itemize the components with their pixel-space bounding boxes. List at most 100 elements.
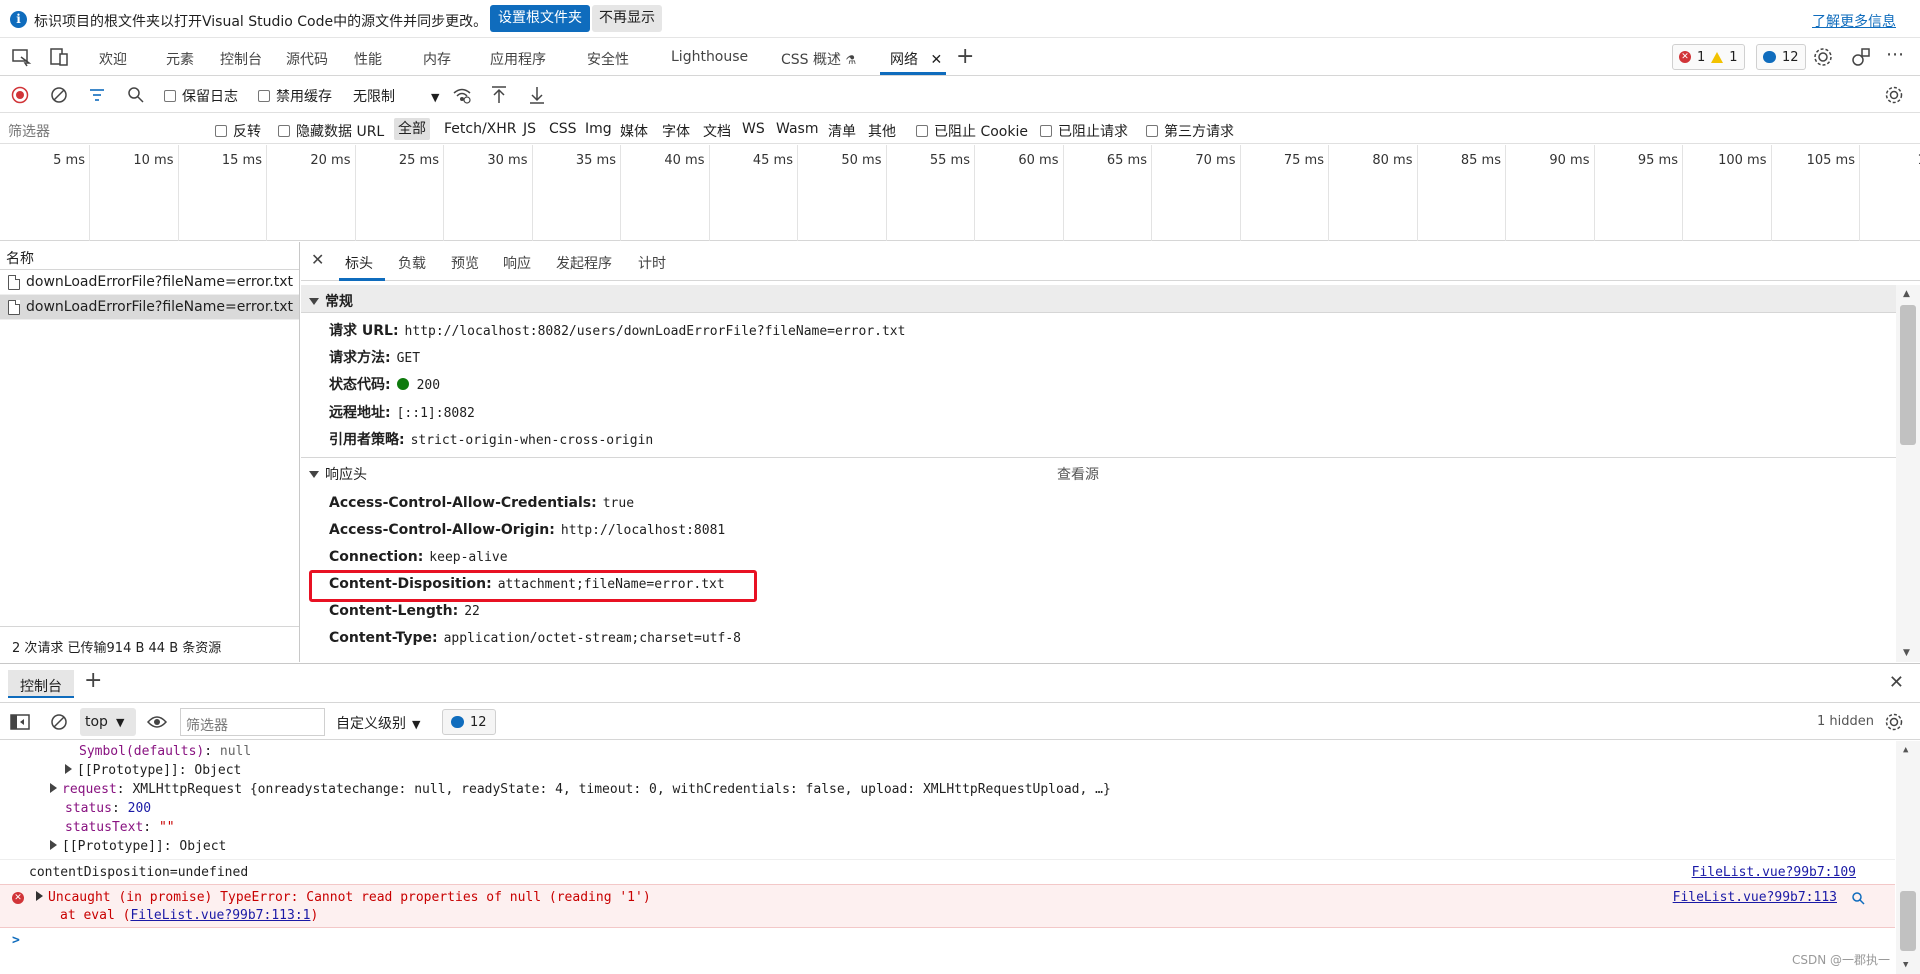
scrollbar-thumb[interactable]	[1900, 305, 1916, 445]
blocked-cookies-checkbox[interactable]: 已阻止 Cookie	[916, 121, 1028, 141]
console-property-line[interactable]: request: XMLHttpRequest {onreadystatecha…	[50, 782, 1111, 797]
error-source-link[interactable]: FileList.vue?99b7:113	[1673, 890, 1837, 905]
scroll-up-icon[interactable]: ▲	[1903, 745, 1908, 755]
log-levels-select[interactable]: 自定义级别 ▼	[336, 713, 420, 733]
filter-input[interactable]: 筛选器	[8, 121, 50, 141]
context-select[interactable]: top ▼	[80, 708, 136, 736]
type-filter-manifest[interactable]: 清单	[828, 121, 856, 141]
close-drawer-icon[interactable]: ✕	[1889, 672, 1904, 693]
type-filter-js[interactable]: JS	[523, 121, 536, 137]
console-prompt-icon[interactable]: >	[12, 933, 20, 948]
network-settings-gear-icon[interactable]	[1884, 85, 1904, 105]
log-source-link[interactable]: FileList.vue?99b7:109	[1692, 865, 1856, 880]
type-filter-wasm[interactable]: Wasm	[776, 121, 818, 137]
console-settings-gear-icon[interactable]	[1884, 712, 1904, 732]
search-icon[interactable]	[127, 86, 145, 104]
third-party-checkbox[interactable]: 第三方请求	[1146, 121, 1234, 141]
invert-checkbox[interactable]: 反转	[215, 121, 261, 141]
scroll-down-icon[interactable]: ▼	[1903, 648, 1910, 658]
expand-triangle-icon[interactable]	[36, 891, 43, 901]
blocked-cookies-box[interactable]	[916, 125, 928, 137]
expand-triangle-icon[interactable]	[50, 783, 57, 793]
close-detail-icon[interactable]: ✕	[311, 250, 324, 269]
response-headers-section-header[interactable]: 响应头 查看源	[301, 457, 1896, 485]
hide-data-url-checkbox[interactable]: 隐藏数据 URL	[278, 121, 384, 141]
import-har-icon[interactable]	[490, 85, 508, 105]
learn-more-link[interactable]: 了解更多信息	[1812, 11, 1896, 31]
tab-lighthouse[interactable]: Lighthouse	[671, 49, 748, 65]
third-party-box[interactable]	[1146, 125, 1158, 137]
view-source-link[interactable]: 查看源	[1057, 464, 1099, 484]
disable-cache-checkbox[interactable]: 禁用缓存	[258, 86, 332, 106]
tab-sources[interactable]: 源代码	[286, 49, 328, 69]
set-root-folder-button[interactable]: 设置根文件夹	[490, 5, 590, 32]
scrollbar-thumb[interactable]	[1900, 891, 1916, 951]
request-row[interactable]: downLoadErrorFile?fileName=error.txt	[0, 270, 299, 295]
tab-application[interactable]: 应用程序	[490, 49, 546, 69]
search-issue-icon[interactable]	[1851, 891, 1865, 905]
tab-performance[interactable]: 性能	[354, 49, 382, 69]
type-filter-doc[interactable]: 文档	[703, 121, 731, 141]
console-filter-input[interactable]: 筛选器	[180, 708, 325, 736]
tab-welcome[interactable]: 欢迎	[99, 49, 127, 69]
error-message[interactable]: Uncaught (in promise) TypeError: Cannot …	[36, 890, 651, 905]
expand-triangle-icon[interactable]	[65, 764, 72, 774]
console-scrollbar[interactable]: ▲ ▼	[1896, 741, 1920, 974]
settings-gear-icon[interactable]	[1812, 46, 1834, 68]
type-filter-font[interactable]: 字体	[662, 121, 690, 141]
type-filter-css[interactable]: CSS	[549, 121, 577, 137]
preserve-log-checkbox[interactable]: 保留日志	[164, 86, 238, 106]
type-filter-img[interactable]: Img	[585, 121, 612, 137]
close-tab-icon[interactable]: ✕	[930, 52, 942, 68]
type-filter-ws[interactable]: WS	[742, 121, 765, 137]
expand-triangle-icon[interactable]	[50, 840, 57, 850]
name-column-header[interactable]: 名称	[0, 242, 299, 270]
general-section-header[interactable]: 常规	[301, 285, 1896, 313]
blocked-requests-box[interactable]	[1040, 125, 1052, 137]
request-row-selected[interactable]: downLoadErrorFile?fileName=error.txt	[0, 295, 299, 320]
blocked-requests-checkbox[interactable]: 已阻止请求	[1040, 121, 1128, 141]
type-filter-other[interactable]: 其他	[868, 121, 896, 141]
add-tab-icon[interactable]: +	[956, 44, 974, 69]
record-stop-icon[interactable]	[11, 86, 29, 104]
dont-show-again-button[interactable]: 不再显示	[592, 5, 662, 32]
messages-badge[interactable]: 12	[1756, 44, 1806, 70]
issues-badge[interactable]: ✕ 1 1	[1672, 44, 1745, 70]
tab-network[interactable]: 网络 ✕	[890, 49, 942, 69]
invert-box[interactable]	[215, 125, 227, 137]
network-timeline[interactable]: 5 ms 10 ms 15 ms 20 ms 25 ms 30 ms 35 ms 40 ms 4…	[0, 145, 1920, 241]
disable-cache-box[interactable]	[258, 90, 270, 102]
add-drawer-tab-icon[interactable]: +	[84, 668, 102, 693]
tab-headers[interactable]: 标头	[345, 253, 373, 273]
tab-console[interactable]: 控制台	[220, 49, 262, 69]
throttle-select[interactable]: 无限制 ▼	[353, 86, 439, 106]
tab-elements[interactable]: 元素	[166, 49, 194, 69]
export-har-icon[interactable]	[528, 85, 546, 105]
detail-scrollbar[interactable]: ▲ ▼	[1896, 285, 1920, 662]
tab-payload[interactable]: 负载	[398, 253, 426, 273]
type-filter-fetch-xhr[interactable]: Fetch/XHR	[444, 121, 517, 137]
hide-data-url-box[interactable]	[278, 125, 290, 137]
type-filter-all[interactable]: 全部	[394, 118, 430, 140]
console-messages-badge[interactable]: 12	[442, 709, 496, 735]
inspect-element-icon[interactable]	[10, 46, 32, 68]
more-options-icon[interactable]: ⋯	[1886, 44, 1905, 65]
tab-initiator[interactable]: 发起程序	[556, 253, 612, 273]
tab-memory[interactable]: 内存	[423, 49, 451, 69]
filter-icon[interactable]	[88, 86, 106, 104]
device-emulation-icon[interactable]	[48, 46, 70, 68]
type-filter-media[interactable]: 媒体	[620, 121, 648, 141]
scroll-down-icon[interactable]: ▼	[1903, 960, 1908, 970]
customize-icon[interactable]	[1850, 46, 1872, 68]
tab-css-overview[interactable]: CSS 概述 ⚗	[781, 49, 856, 69]
tab-security[interactable]: 安全性	[587, 49, 629, 69]
preserve-log-box[interactable]	[164, 90, 176, 102]
tab-preview[interactable]: 预览	[451, 253, 479, 273]
console-property-line[interactable]: [[Prototype]]: Object	[65, 763, 241, 778]
drawer-tab-console[interactable]: 控制台	[8, 670, 74, 698]
scroll-up-icon[interactable]: ▲	[1903, 289, 1910, 299]
console-sidebar-icon[interactable]	[10, 713, 30, 731]
tab-timing[interactable]: 计时	[638, 253, 666, 273]
console-property-line[interactable]: [[Prototype]]: Object	[50, 839, 226, 854]
live-expression-eye-icon[interactable]	[147, 714, 167, 730]
